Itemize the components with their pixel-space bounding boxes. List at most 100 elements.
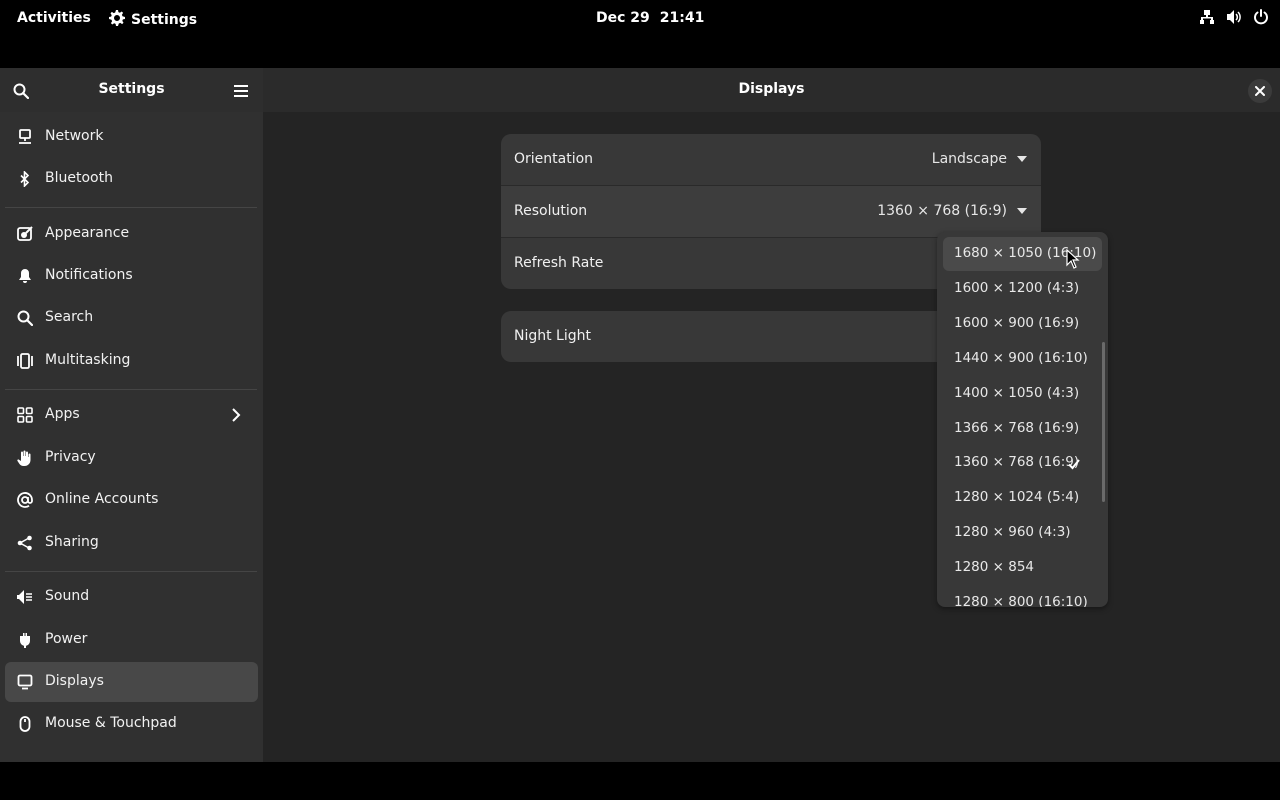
- resolution-option-label: 1600 × 900 (16:9): [954, 315, 1080, 331]
- resolution-row[interactable]: Resolution 1360 × 768 (16:9): [501, 186, 1041, 238]
- search-icon: [17, 310, 33, 326]
- sidebar-item-network[interactable]: Network: [5, 117, 258, 157]
- sidebar-item-sound[interactable]: Sound: [5, 577, 258, 617]
- sidebar-item-multitasking[interactable]: Multitasking: [5, 341, 258, 381]
- sidebar-separator: [5, 389, 257, 390]
- popover-scrollbar[interactable]: [1102, 342, 1105, 502]
- main-menu-button[interactable]: [228, 78, 254, 104]
- power-icon[interactable]: [1252, 8, 1270, 26]
- mouse-pointer-icon: [1066, 248, 1080, 269]
- chevron-right-icon: [228, 407, 244, 423]
- clock-date: Dec 29: [596, 10, 650, 26]
- multitasking-icon: [17, 353, 33, 369]
- resolution-option-label: 1280 × 960 (4:3): [954, 524, 1071, 540]
- checkmark-icon: [1067, 456, 1081, 470]
- resolution-option[interactable]: 1600 × 900 (16:9): [943, 307, 1102, 341]
- resolution-option-label: 1280 × 854: [954, 559, 1035, 575]
- sidebar-item-appearance[interactable]: Appearance: [5, 214, 258, 254]
- sidebar-item-label: Appearance: [45, 225, 130, 241]
- sidebar-item-label: Sharing: [45, 534, 99, 550]
- resolution-value: 1360 × 768 (16:9): [877, 203, 1007, 219]
- resolution-option[interactable]: 1280 × 800 (16:10): [943, 586, 1102, 607]
- close-icon: [1255, 86, 1265, 96]
- sidebar-item-apps[interactable]: Apps: [5, 395, 258, 435]
- bluetooth-icon: [17, 171, 33, 187]
- sidebar-item-online-accounts[interactable]: Online Accounts: [5, 480, 258, 520]
- sidebar-item-sharing[interactable]: Sharing: [5, 523, 258, 563]
- display-icon: [17, 674, 33, 690]
- resolution-option[interactable]: 1280 × 1024 (5:4): [943, 481, 1102, 515]
- sidebar-item-label: Privacy: [45, 449, 96, 465]
- resolution-option[interactable]: 1280 × 854: [943, 551, 1102, 585]
- top-bar: Activities Settings Dec 29 21:41: [0, 0, 1280, 34]
- gear-icon: [109, 10, 125, 30]
- clock-button[interactable]: Dec 29 21:41: [585, 4, 715, 32]
- resolution-option-label: 1280 × 800 (16:10): [954, 594, 1088, 607]
- resolution-option-label: 1600 × 1200 (4:3): [954, 280, 1080, 296]
- sidebar-separator: [5, 571, 257, 572]
- sidebar-item-label: Bluetooth: [45, 170, 113, 186]
- resolution-option-label: 1360 × 768 (16:9): [954, 454, 1080, 470]
- sidebar-item-label: Network: [45, 128, 104, 144]
- network-wired-icon[interactable]: [1198, 8, 1216, 26]
- refresh-rate-label: Refresh Rate: [514, 255, 604, 271]
- sidebar-item-bluetooth[interactable]: Bluetooth: [5, 159, 258, 199]
- network-icon: [17, 129, 33, 145]
- resolution-option[interactable]: 1600 × 1200 (4:3): [943, 272, 1102, 306]
- sidebar-item-notifications[interactable]: Notifications: [5, 256, 258, 296]
- speaker-icon: [17, 589, 33, 605]
- dropdown-arrow-icon: [1017, 156, 1027, 162]
- sidebar-item-label: Power: [45, 631, 88, 647]
- sidebar-item-label: Mouse & Touchpad: [45, 715, 177, 731]
- power-plug-icon: [17, 632, 33, 648]
- clock-time: 21:41: [659, 10, 705, 26]
- sidebar: Settings Network Bluetooth Appearance No…: [0, 68, 263, 762]
- appearance-icon: [17, 226, 33, 242]
- sidebar-item-privacy[interactable]: Privacy: [5, 438, 258, 478]
- night-light-label: Night Light: [514, 328, 591, 344]
- system-tray[interactable]: [1198, 8, 1270, 26]
- page-title: Displays: [738, 81, 805, 97]
- resolution-option-label: 1400 × 1050 (4:3): [954, 385, 1080, 401]
- orientation-row[interactable]: Orientation Landscape: [501, 134, 1041, 186]
- resolution-option[interactable]: 1400 × 1050 (4:3): [943, 377, 1102, 411]
- hand-icon: [17, 450, 33, 466]
- sidebar-item-label: Notifications: [45, 267, 133, 283]
- orientation-value: Landscape: [931, 151, 1007, 167]
- sidebar-item-displays[interactable]: Displays: [5, 662, 258, 702]
- content-header: Displays: [263, 68, 1280, 112]
- sidebar-title: Settings: [98, 81, 165, 97]
- sidebar-item-label: Sound: [45, 588, 90, 604]
- screen-bottom-edge: [0, 762, 1280, 800]
- volume-icon[interactable]: [1225, 8, 1243, 26]
- sidebar-item-label: Online Accounts: [45, 491, 159, 507]
- resolution-option[interactable]: 1366 × 768 (16:9): [943, 412, 1102, 446]
- app-menu-button[interactable]: Settings: [103, 4, 203, 36]
- at-icon: [17, 492, 33, 508]
- hamburger-menu-icon: [234, 85, 248, 97]
- sidebar-item-power[interactable]: Power: [5, 620, 258, 660]
- bell-icon: [17, 268, 33, 284]
- resolution-option[interactable]: 1440 × 900 (16:10): [943, 342, 1102, 376]
- orientation-label: Orientation: [514, 151, 594, 167]
- resolution-option-label: 1366 × 768 (16:9): [954, 420, 1080, 436]
- share-icon: [17, 535, 33, 551]
- close-button[interactable]: [1248, 79, 1272, 103]
- resolution-popover[interactable]: 1680 × 1050 (16:10) 1600 × 1200 (4:3) 16…: [937, 232, 1108, 607]
- resolution-option-label: 1280 × 1024 (5:4): [954, 489, 1080, 505]
- resolution-option-selected[interactable]: 1360 × 768 (16:9): [943, 446, 1102, 480]
- resolution-option[interactable]: 1280 × 960 (4:3): [943, 516, 1102, 550]
- sidebar-item-label: Search: [45, 309, 94, 325]
- apps-grid-icon: [17, 407, 33, 423]
- sidebar-item-search[interactable]: Search: [5, 298, 258, 338]
- sidebar-item-mouse-touchpad[interactable]: Mouse & Touchpad: [5, 704, 258, 744]
- sidebar-separator: [5, 207, 257, 208]
- sidebar-header: Settings: [0, 68, 263, 112]
- resolution-label: Resolution: [514, 203, 588, 219]
- sidebar-item-label: Apps: [45, 406, 80, 422]
- sidebar-item-label: Multitasking: [45, 352, 131, 368]
- activities-button[interactable]: Activities: [6, 4, 102, 32]
- resolution-option-label: 1440 × 900 (16:10): [954, 350, 1088, 366]
- dropdown-arrow-icon: [1017, 208, 1027, 214]
- sidebar-item-label: Displays: [45, 673, 104, 689]
